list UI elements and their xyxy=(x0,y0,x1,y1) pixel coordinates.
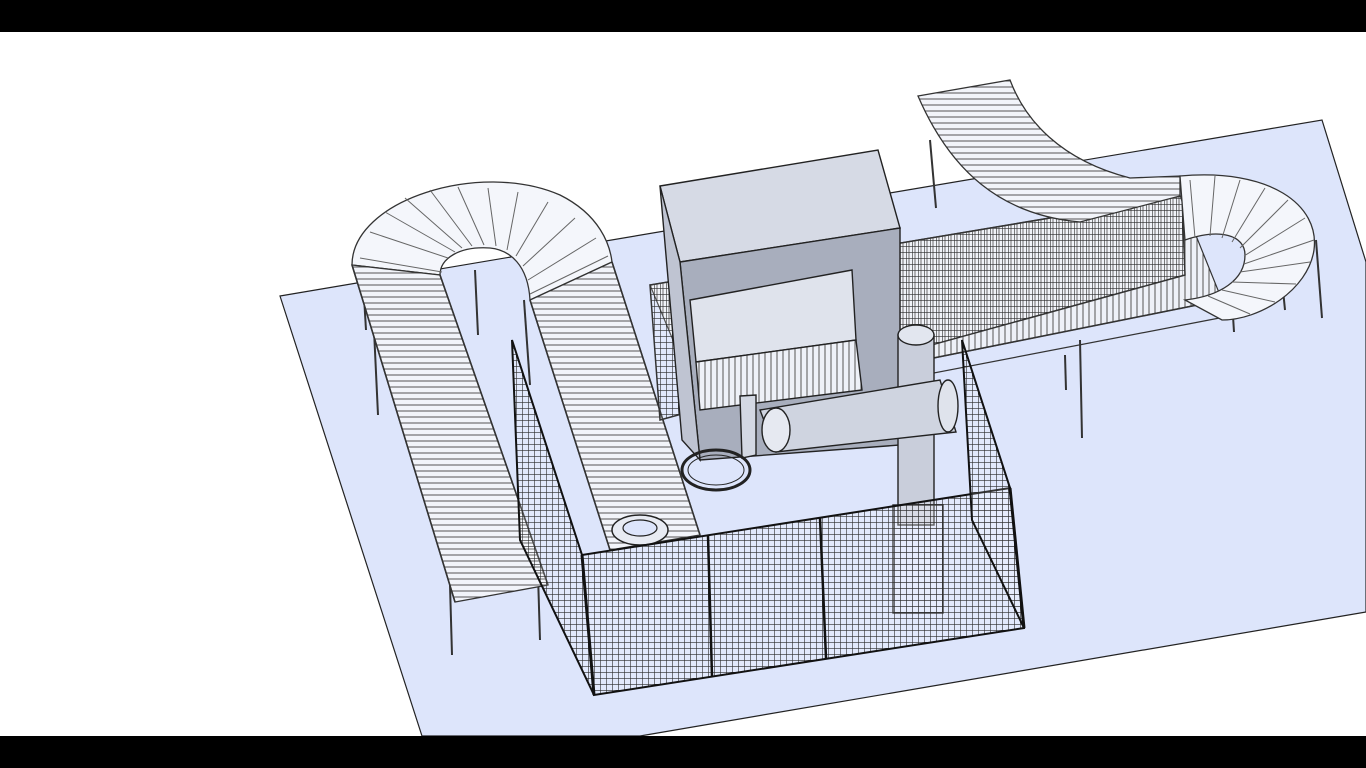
model-viewport[interactable] xyxy=(0,0,1366,768)
letterbox-bottom-bar xyxy=(0,736,1366,768)
cad-assembly-scene[interactable] xyxy=(0,0,1366,768)
tire-on-conveyor xyxy=(611,514,669,546)
